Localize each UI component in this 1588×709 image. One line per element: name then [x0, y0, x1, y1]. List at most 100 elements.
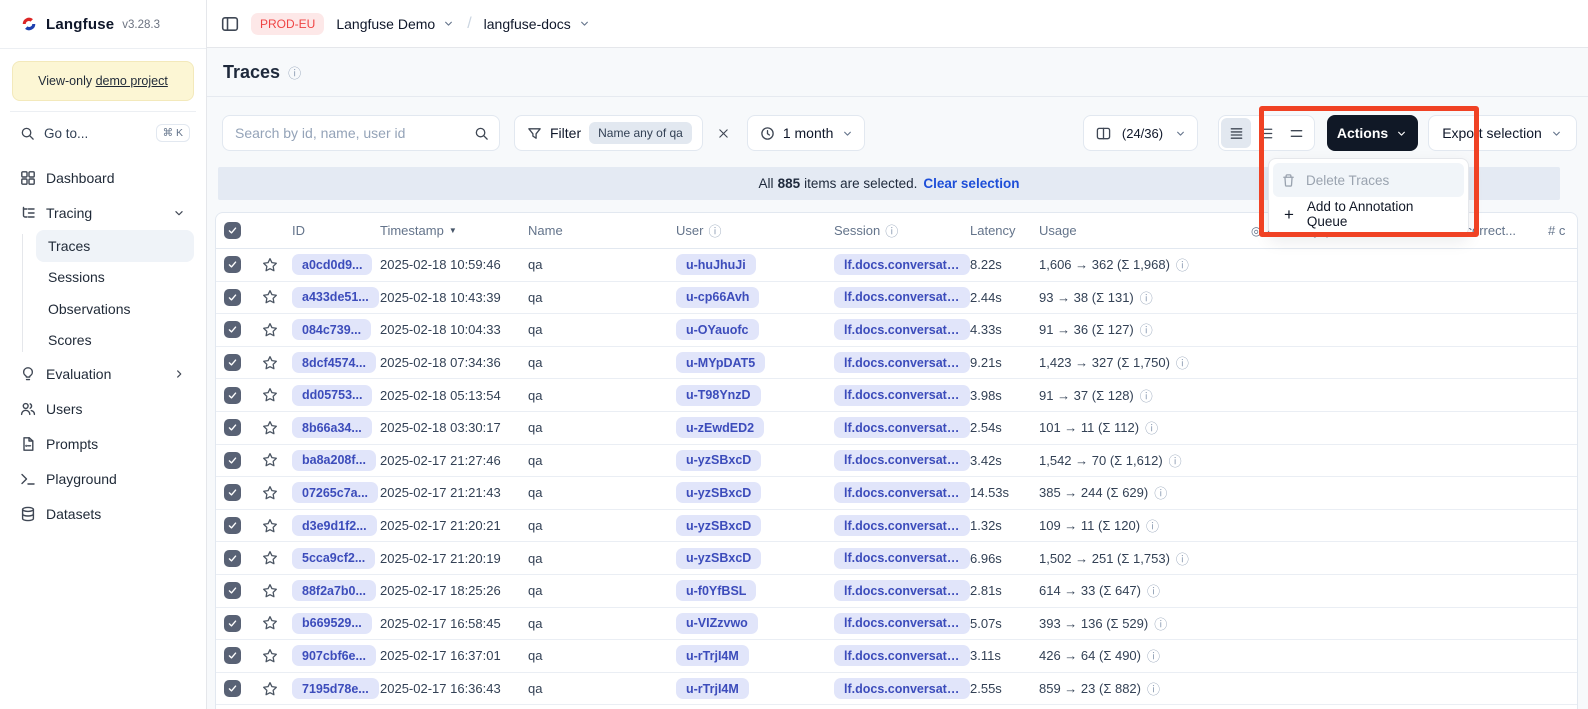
sidebar-item-scores[interactable]: Scores — [36, 325, 194, 357]
sidebar-item-traces[interactable]: Traces — [36, 230, 194, 262]
org-switcher[interactable]: Langfuse Demo — [336, 16, 455, 32]
demo-project-link[interactable]: demo project — [96, 74, 168, 88]
trace-id-badge[interactable]: 07265c7a... — [292, 482, 378, 503]
trace-id-badge[interactable]: d3e9d1f2... — [292, 515, 377, 536]
sidebar-item-dashboard[interactable]: Dashboard — [12, 160, 194, 195]
session-badge[interactable]: lf.docs.conversation... — [834, 482, 970, 503]
menu-item-add-to-annotation-queue[interactable]: + Add to Annotation Queue — [1273, 197, 1464, 231]
session-badge[interactable]: lf.docs.conversation... — [834, 287, 970, 308]
info-icon[interactable]: ⓘ — [1147, 581, 1160, 600]
filter-button[interactable]: Filter Name any of qa — [514, 115, 703, 151]
sidebar-item-playground[interactable]: Playground — [12, 461, 194, 496]
columns-button[interactable]: (24/36) — [1083, 115, 1198, 151]
info-icon[interactable]: ⓘ — [1154, 483, 1167, 502]
star-icon[interactable] — [262, 681, 278, 697]
search-input[interactable] — [235, 125, 445, 141]
clear-selection-link[interactable]: Clear selection — [923, 176, 1019, 191]
star-icon[interactable] — [262, 289, 278, 305]
user-badge[interactable]: u-yzSBxcD — [676, 482, 761, 503]
row-checkbox[interactable] — [224, 419, 241, 436]
trace-id-badge[interactable]: dd05753... — [292, 385, 372, 406]
user-badge[interactable]: u-yzSBxcD — [676, 548, 761, 569]
row-height-large-button[interactable] — [1282, 118, 1312, 148]
user-badge[interactable]: u-yzSBxcD — [676, 515, 761, 536]
star-icon[interactable] — [262, 452, 278, 468]
user-badge[interactable]: u-VIZzvwo — [676, 613, 758, 634]
session-badge[interactable]: lf.docs.conversation... — [834, 678, 970, 699]
star-icon[interactable] — [262, 387, 278, 403]
star-icon[interactable] — [262, 420, 278, 436]
row-checkbox[interactable] — [224, 452, 241, 469]
info-icon[interactable]: ⓘ — [1154, 614, 1167, 633]
row-checkbox[interactable] — [224, 387, 241, 404]
row-height-medium-button[interactable] — [1251, 118, 1281, 148]
star-icon[interactable] — [262, 355, 278, 371]
star-icon[interactable] — [262, 615, 278, 631]
star-icon[interactable] — [262, 485, 278, 501]
trace-id-badge[interactable]: 084c739... — [292, 319, 371, 340]
sidebar-item-observations[interactable]: Observations — [36, 293, 194, 325]
select-all-checkbox[interactable] — [224, 222, 241, 239]
user-badge[interactable]: u-OYauofc — [676, 319, 759, 340]
sidebar-item-tracing[interactable]: Tracing — [12, 195, 194, 230]
session-badge[interactable]: lf.docs.conversation... — [834, 645, 970, 666]
search-icon[interactable] — [474, 126, 489, 141]
info-icon[interactable]: ⓘ — [1145, 418, 1158, 437]
session-badge[interactable]: lf.docs.conversation... — [834, 450, 970, 471]
project-switcher[interactable]: langfuse-docs — [484, 16, 591, 32]
trace-id-badge[interactable]: a0cd0d9... — [292, 254, 372, 275]
trace-id-badge[interactable]: 7195d78e... — [292, 678, 379, 699]
user-badge[interactable]: u-yzSBxcD — [676, 450, 761, 471]
menu-item-delete-traces[interactable]: Delete Traces — [1273, 163, 1464, 197]
info-icon[interactable]: ⓘ — [1146, 516, 1159, 535]
user-badge[interactable]: u-rTrjI4M — [676, 678, 749, 699]
sidebar-item-datasets[interactable]: Datasets — [12, 496, 194, 531]
info-icon[interactable]: ⓘ — [1169, 451, 1182, 470]
row-checkbox[interactable] — [224, 484, 241, 501]
user-badge[interactable]: u-huJhuJi — [676, 254, 756, 275]
info-icon[interactable]: ⓘ — [1147, 679, 1160, 698]
row-height-small-button[interactable] — [1221, 118, 1251, 148]
info-icon[interactable]: ⓘ — [1176, 255, 1189, 274]
col-header-usage[interactable]: Usage — [1039, 223, 1251, 238]
col-header-id[interactable]: ID — [292, 223, 380, 238]
time-range-button[interactable]: 1 month — [747, 115, 866, 151]
row-checkbox[interactable] — [224, 321, 241, 338]
col-header-extra[interactable]: # c — [1548, 223, 1578, 238]
info-icon[interactable]: ⓘ — [1140, 320, 1153, 339]
trace-id-badge[interactable]: b669529... — [292, 613, 372, 634]
trace-id-badge[interactable]: 5cca9cf2... — [292, 548, 375, 569]
row-checkbox[interactable] — [224, 680, 241, 697]
info-icon[interactable]: ⓘ — [1140, 288, 1153, 307]
info-icon[interactable]: ⓘ — [1140, 386, 1153, 405]
clear-filter-button[interactable] — [711, 120, 737, 146]
sidebar-item-evaluation[interactable]: Evaluation — [12, 356, 194, 391]
actions-button[interactable]: Actions — [1327, 115, 1418, 151]
sidebar-item-users[interactable]: Users — [12, 391, 194, 426]
session-badge[interactable]: lf.docs.conversation... — [834, 548, 970, 569]
user-badge[interactable]: u-cp66Avh — [676, 287, 759, 308]
session-badge[interactable]: lf.docs.conversation... — [834, 385, 970, 406]
user-badge[interactable]: u-rTrjI4M — [676, 645, 749, 666]
trace-id-badge[interactable]: a433de51... — [292, 287, 379, 308]
row-checkbox[interactable] — [224, 354, 241, 371]
star-icon[interactable] — [262, 322, 278, 338]
user-badge[interactable]: u-zEwdED2 — [676, 417, 764, 438]
trace-id-badge[interactable]: 907cbf6e... — [292, 645, 376, 666]
row-checkbox[interactable] — [224, 289, 241, 306]
sidebar-toggle-icon[interactable] — [221, 15, 239, 33]
session-badge[interactable]: lf.docs.conversation... — [834, 417, 970, 438]
col-header-user[interactable]: Userⓘ — [676, 221, 834, 240]
row-checkbox[interactable] — [224, 517, 241, 534]
user-badge[interactable]: u-MYpDAT5 — [676, 352, 765, 373]
sidebar-item-sessions[interactable]: Sessions — [36, 262, 194, 294]
session-badge[interactable]: lf.docs.conversation... — [834, 515, 970, 536]
user-badge[interactable]: u-f0YfBSL — [676, 580, 756, 601]
export-selection-button[interactable]: Export selection — [1428, 115, 1577, 151]
row-checkbox[interactable] — [224, 582, 241, 599]
session-badge[interactable]: lf.docs.conversation... — [834, 352, 970, 373]
row-checkbox[interactable] — [224, 256, 241, 273]
row-checkbox[interactable] — [224, 615, 241, 632]
star-icon[interactable] — [262, 257, 278, 273]
sidebar-item-prompts[interactable]: Prompts — [12, 426, 194, 461]
